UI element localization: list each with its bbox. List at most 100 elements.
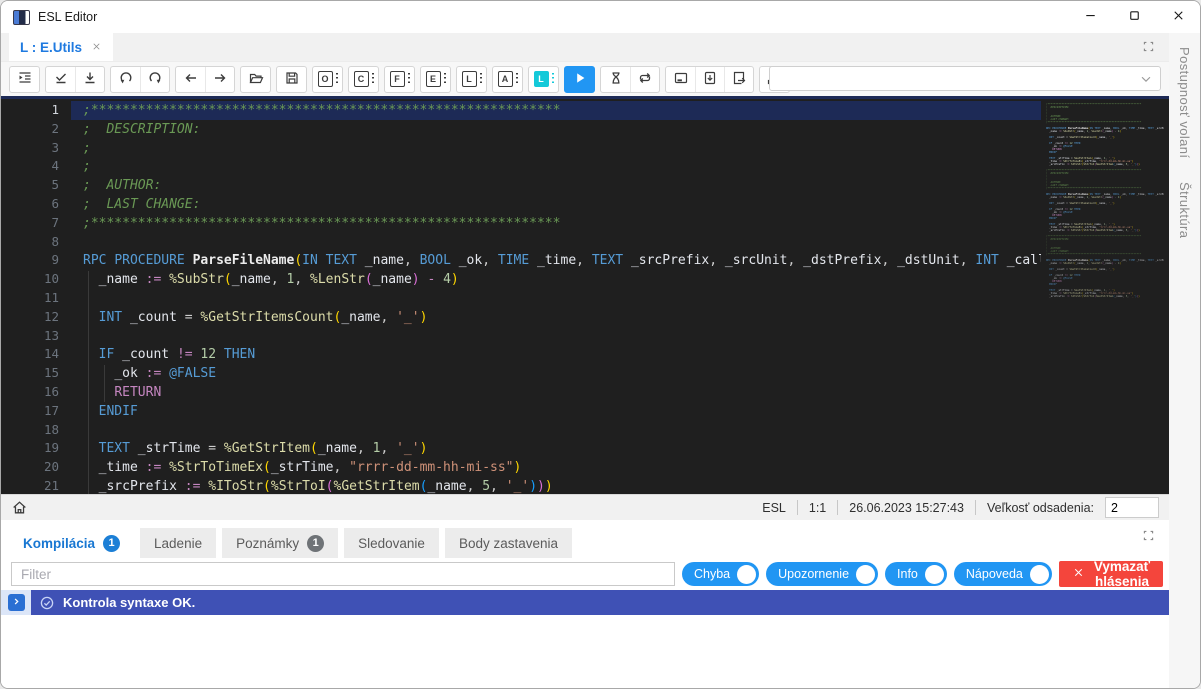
line-number[interactable]: 21 [1, 477, 59, 494]
line-number[interactable]: 7 [1, 214, 59, 233]
filter-input[interactable] [11, 562, 675, 586]
code-line[interactable]: 17 ENDIF [1, 402, 1041, 421]
minimize-icon [1083, 8, 1098, 26]
procedure-combobox[interactable] [769, 66, 1161, 91]
line-number[interactable]: 2 [1, 120, 59, 139]
clear-messages-button[interactable]: Vymazať hlásenia [1059, 561, 1163, 587]
letter-l-icon: L [534, 71, 549, 87]
divider [837, 500, 838, 515]
code-line[interactable]: 6; LAST CHANGE: [1, 195, 1041, 214]
toggle-c-button[interactable]: C [349, 67, 378, 92]
code-line[interactable]: 16 RETURN [1, 383, 1041, 402]
line-number[interactable]: 19 [1, 439, 59, 458]
message-row[interactable]: Kontrola syntaxe OK. [1, 590, 1169, 615]
doc-download-icon [702, 70, 718, 89]
line-number[interactable]: 9 [1, 251, 59, 270]
toggle-a-button[interactable]: A [493, 67, 522, 92]
close-button[interactable] [1156, 1, 1200, 33]
toggle-label: Upozornenie [778, 567, 849, 581]
toggle-o-button[interactable]: O [313, 67, 342, 92]
code-line[interactable]: 3; [1, 139, 1041, 158]
toggle-l-button[interactable]: L [457, 67, 486, 92]
line-number[interactable]: 6 [1, 195, 59, 214]
code-line[interactable]: 18 [1, 421, 1041, 440]
line-number[interactable]: 18 [1, 421, 59, 440]
line-number[interactable]: 10 [1, 270, 59, 289]
code-line[interactable]: 9RPC PROCEDURE ParseFileName(IN TEXT _na… [1, 251, 1041, 270]
code-line[interactable]: 1;**************************************… [1, 101, 1041, 120]
line-number[interactable]: 5 [1, 176, 59, 195]
tab-close-icon[interactable] [91, 40, 102, 55]
line-number[interactable]: 1 [1, 101, 59, 120]
code-line[interactable]: 12 INT _count = %GetStrItemsCount(_name,… [1, 308, 1041, 327]
editor-tab[interactable]: L : E.Utils [9, 33, 113, 61]
expand-icon[interactable] [1142, 40, 1155, 53]
code-line[interactable]: 10 _name := %SubStr(_name, 1, %LenStr(_n… [1, 270, 1041, 289]
sidebar-tab-postupnost-volani[interactable]: Postupnosť volaní [1177, 47, 1192, 158]
code-line[interactable]: 20 _time := %StrToTimeEx(_strTime, "rrrr… [1, 458, 1041, 477]
maximize-button[interactable] [1112, 1, 1156, 33]
sidebar-tab-struktura[interactable]: Štruktúra [1177, 182, 1192, 238]
toggle-l-accent-button[interactable]: L [529, 67, 558, 92]
code-line[interactable]: 8 [1, 233, 1041, 252]
export-doc-button[interactable] [724, 67, 753, 92]
indent-size-input[interactable] [1105, 497, 1159, 518]
line-number[interactable]: 20 [1, 458, 59, 477]
redo-button[interactable] [140, 67, 169, 92]
toggle-upozornenie[interactable]: Upozornenie [766, 562, 878, 586]
toolbar: OCFELAL [1, 61, 1169, 96]
line-number[interactable]: 8 [1, 233, 59, 252]
loop-button[interactable] [630, 67, 659, 92]
minimap[interactable]: ;***************************************… [1043, 99, 1167, 494]
tab-poznamky[interactable]: Poznámky1 [222, 528, 338, 558]
statusbar: ESL 1:1 26.06.2023 15:27:43 Veľkosť odsa… [1, 494, 1169, 520]
code-line[interactable]: 14 IF _count != 12 THEN [1, 345, 1041, 364]
toggle-info[interactable]: Info [885, 562, 947, 586]
code-line[interactable]: 5; AUTHOR: [1, 176, 1041, 195]
panel-layout-button[interactable] [666, 67, 695, 92]
code-editor[interactable]: 1 ;**************************************… [1, 96, 1169, 494]
tab-kompilacia[interactable]: Kompilácia1 [9, 528, 134, 558]
line-number[interactable]: 17 [1, 402, 59, 421]
tab-ladenie[interactable]: Ladenie [140, 528, 216, 558]
line-number[interactable]: 3 [1, 139, 59, 158]
save-button[interactable] [277, 67, 306, 92]
navigate-back-button[interactable] [176, 67, 205, 92]
navigate-forward-button[interactable] [205, 67, 234, 92]
toggle-napoveda[interactable]: Nápoveda [954, 562, 1052, 586]
line-number[interactable]: 11 [1, 289, 59, 308]
undo-button[interactable] [111, 67, 140, 92]
code-line[interactable]: 2; DESCRIPTION: [1, 120, 1041, 139]
toggle-f-button[interactable]: F [385, 67, 414, 92]
open-button[interactable] [241, 67, 270, 92]
code-area[interactable]: 1;**************************************… [1, 101, 1041, 494]
code-line[interactable]: 21 _srcPrefix := %IToStr(%StrToI(%GetStr… [1, 477, 1041, 494]
line-number[interactable]: 16 [1, 383, 59, 402]
run-button[interactable] [565, 67, 594, 92]
code-line[interactable]: 7;**************************************… [1, 214, 1041, 233]
tab-sledovanie[interactable]: Sledovanie [344, 528, 439, 558]
home-icon[interactable] [11, 499, 28, 516]
line-number[interactable]: 4 [1, 157, 59, 176]
expand-icon[interactable] [1142, 529, 1155, 542]
line-number[interactable]: 14 [1, 345, 59, 364]
line-number[interactable]: 13 [1, 327, 59, 346]
wait-button[interactable] [601, 67, 630, 92]
import-doc-button[interactable] [695, 67, 724, 92]
line-number[interactable]: 15 [1, 364, 59, 383]
format-code-button[interactable] [10, 67, 39, 92]
expand-message-button[interactable] [8, 594, 25, 611]
code-line[interactable]: 4; [1, 157, 1041, 176]
code-line[interactable]: 13 [1, 327, 1041, 346]
toggle-chyba[interactable]: Chyba [682, 562, 759, 586]
syntax-check-button[interactable] [46, 67, 75, 92]
save-to-system-button[interactable] [75, 67, 104, 92]
minimize-button[interactable] [1068, 1, 1112, 33]
code-line[interactable]: 11 [1, 289, 1041, 308]
tab-body-zastavenia[interactable]: Body zastavenia [445, 528, 572, 558]
line-number[interactable]: 12 [1, 308, 59, 327]
tab-count-badge: 1 [307, 535, 324, 552]
toggle-e-button[interactable]: E [421, 67, 450, 92]
code-line[interactable]: 19 TEXT _strTime = %GetStrItem(_name, 1,… [1, 439, 1041, 458]
code-line[interactable]: 15 _ok := @FALSE [1, 364, 1041, 383]
